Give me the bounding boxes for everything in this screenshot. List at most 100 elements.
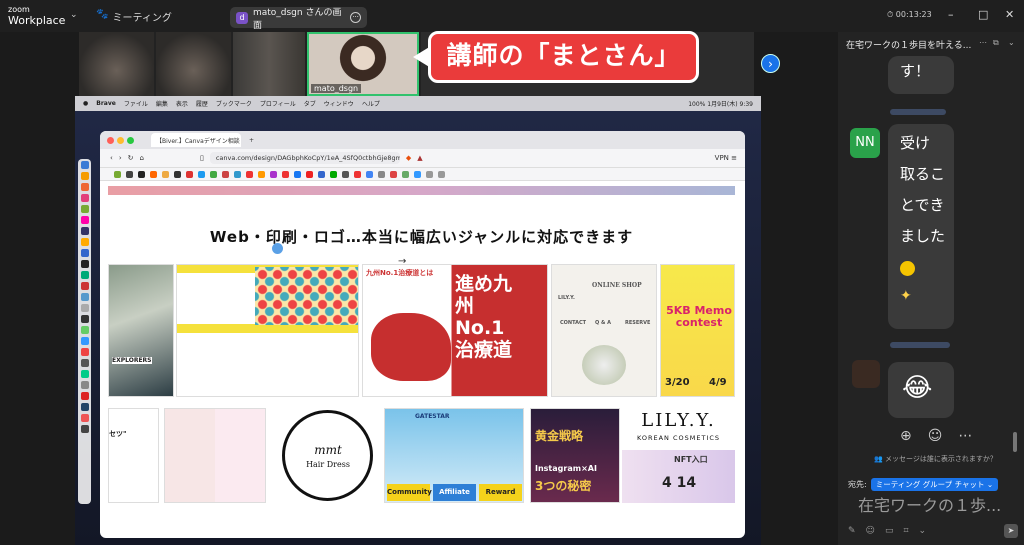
participant-tile[interactable]	[156, 32, 231, 96]
popout-icon[interactable]: ⧉	[993, 38, 999, 48]
portfolio-thumb-hairdress[interactable]: mmt Hair Dress	[276, 408, 382, 503]
thumb-text: 3つの秘密	[535, 479, 592, 493]
bookmark-favicon[interactable]	[438, 170, 445, 178]
zoom-logo: zoom Workplace	[8, 4, 65, 26]
next-page-button[interactable]: ›	[761, 54, 780, 73]
address-bar[interactable]: canva.com/design/DAGbphKoCpY/1eA_4SfQ0ct…	[209, 152, 400, 164]
forward-icon[interactable]: ›	[119, 154, 122, 162]
chevron-down-icon[interactable]: ⌄	[70, 10, 78, 20]
bookmark-icon[interactable]: ▯	[200, 154, 204, 162]
share-indicator[interactable]: d mato_dsgn さんの画面 ···	[230, 7, 367, 31]
new-tab-icon[interactable]: +	[249, 137, 254, 144]
portfolio-thumb-contest[interactable]: 5KB Memo contest 3/20 4/9	[660, 264, 735, 397]
add-reaction-icon[interactable]: ☺	[928, 428, 943, 444]
chevron-down-icon[interactable]: ⌄	[919, 526, 927, 536]
bookmark-favicon[interactable]	[354, 170, 361, 178]
message-line: 受け	[900, 134, 931, 152]
more-icon[interactable]: ⋯	[979, 38, 987, 47]
send-button[interactable]: ➤	[1004, 524, 1018, 538]
bookmark-favicon[interactable]	[390, 170, 397, 178]
dock-app-icon	[80, 183, 89, 191]
bookmark-favicon[interactable]	[294, 170, 301, 178]
browser-tabbar: 【Biver.】Canvaデザイン相談 +	[100, 131, 745, 149]
bookmark-favicon[interactable]	[114, 170, 121, 178]
emoji-icon[interactable]: ☺	[866, 526, 875, 536]
bookmark-favicon[interactable]	[366, 170, 373, 178]
portfolio-thumb-flyer[interactable]	[176, 264, 359, 397]
bookmark-favicon[interactable]	[150, 170, 157, 178]
mac-dock	[78, 159, 91, 504]
reload-icon[interactable]: ↻	[128, 154, 134, 162]
message-line: 取るこ	[900, 165, 946, 183]
recipient-value: ミーティング グループ チャット	[875, 480, 985, 489]
home-icon[interactable]: ⌂	[140, 154, 144, 162]
minimize-button[interactable]: –	[948, 8, 954, 21]
bookmark-favicon[interactable]	[270, 170, 277, 178]
portfolio-thumb-lily[interactable]: LILY.Y. KOREAN COSMETICS NFT入口 4 14	[622, 408, 735, 503]
bookmark-favicon[interactable]	[258, 170, 265, 178]
more-icon[interactable]: ⋯	[958, 428, 972, 444]
bookmark-favicon[interactable]	[342, 170, 349, 178]
dock-app-icon	[80, 194, 89, 202]
screenshot-icon[interactable]: ⌗	[903, 526, 908, 536]
bookmark-favicon[interactable]	[234, 170, 241, 178]
page-heading: Web・印刷・ロゴ…本当に幅広いジャンルに対応できます	[209, 228, 634, 246]
bookmark-favicon[interactable]	[282, 170, 289, 178]
vpn-button[interactable]: VPN ≡	[715, 154, 737, 162]
portfolio-thumb-shop[interactable]: ONLINE SHOP LILY.Y. CONTACT Q & A RESERV…	[551, 264, 657, 397]
thumb-text: GATESTAR	[415, 413, 450, 420]
active-speaker-tile[interactable]: mato_dsgn	[307, 32, 419, 96]
participant-tile[interactable]	[79, 32, 154, 96]
more-icon[interactable]: ···	[350, 12, 362, 23]
bookmark-favicon[interactable]	[186, 170, 193, 178]
visibility-note[interactable]: 👥 メッセージは誰に表示されますか？	[874, 454, 997, 464]
thumb-text: 5KB Memo contest	[666, 304, 732, 329]
close-dot-icon[interactable]	[107, 136, 114, 144]
bookmark-favicon[interactable]	[174, 170, 181, 178]
bookmark-favicon[interactable]	[138, 170, 145, 178]
bookmark-favicon[interactable]	[306, 170, 313, 178]
portfolio-thumb-salon[interactable]	[164, 408, 266, 503]
thumb-text: CONTACT	[560, 320, 587, 326]
dock-app-icon	[80, 205, 89, 213]
chat-bubble: 受け 取るこ とでき ました ✦	[888, 124, 954, 329]
format-icon[interactable]: ✎	[848, 526, 856, 536]
reply-icon[interactable]: ⊕	[900, 428, 912, 444]
dock-app-icon	[80, 414, 89, 422]
portfolio-thumb-gatestar[interactable]: GATESTAR Community Affiliate Reward	[384, 408, 524, 503]
bookmark-favicon[interactable]	[198, 170, 205, 178]
portfolio-thumb-gold[interactable]: 黄金戦略 Instagram×AI 3つの秘密	[530, 408, 620, 503]
thumb-text: Reward	[479, 484, 522, 501]
back-icon[interactable]: ‹	[110, 154, 113, 162]
portfolio-thumb-fish[interactable]: EXPLORERS	[108, 264, 174, 397]
bookmark-favicon[interactable]	[378, 170, 385, 178]
bookmark-favicon[interactable]	[246, 170, 253, 178]
chevron-down-icon[interactable]: ⌄	[1008, 38, 1015, 47]
file-icon[interactable]: ▭	[885, 526, 894, 536]
bookmark-favicon[interactable]	[162, 170, 169, 178]
bookmark-favicon[interactable]	[318, 170, 325, 178]
participant-tile[interactable]	[233, 32, 305, 96]
portfolio-thumb-kyushu[interactable]: 九州No.1治療道とは 進め九州No.1治療道	[362, 264, 548, 397]
bookmark-favicon[interactable]	[210, 170, 217, 178]
meeting-menu[interactable]: 🐾 ミーティング	[96, 9, 172, 24]
bookmark-favicon[interactable]	[330, 170, 337, 178]
minimize-dot-icon[interactable]	[117, 136, 124, 144]
bookmark-favicon[interactable]	[414, 170, 421, 178]
chat-scrollbar[interactable]	[1013, 432, 1017, 452]
dock-app-icon	[80, 161, 89, 169]
zoom-dot-icon[interactable]	[127, 136, 134, 144]
recipient-select[interactable]: ミーティング グループ チャット ⌄	[870, 478, 999, 491]
browser-tab[interactable]: 【Biver.】Canvaデザイン相談	[151, 133, 241, 147]
bookmark-favicon[interactable]	[402, 170, 409, 178]
bookmark-favicon[interactable]	[426, 170, 433, 178]
portfolio-thumb-setsu[interactable]: セツ"	[108, 408, 159, 503]
message-input[interactable]: 在宅ワークの１歩...	[858, 492, 1001, 516]
bookmark-favicon[interactable]	[126, 170, 133, 178]
brave-rewards-icon[interactable]: ▲	[417, 154, 422, 162]
close-button[interactable]: ✕	[1005, 8, 1014, 21]
mouse-pointer	[272, 243, 283, 254]
bookmark-favicon[interactable]	[222, 170, 229, 178]
brave-shield-icon[interactable]: ◆	[406, 154, 411, 162]
maximize-button[interactable]: □	[978, 8, 988, 21]
